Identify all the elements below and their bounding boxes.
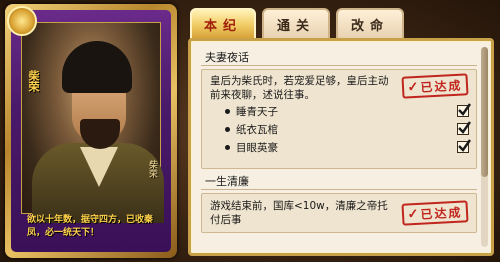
panel-scrollbar-thumb[interactable] [481,47,488,177]
character-card: 柴荣 柴荣 欲以十年数，据守四方，已收秦凤，必一统天下！ [5,4,177,258]
character-card-frame: 柴荣 柴荣 欲以十年数，据守四方，已收秦凤，必一统天下！ [11,10,171,252]
check-mark-icon: ✓ [407,206,419,222]
checkbox-checked-icon [457,139,471,153]
bullet-icon [225,108,230,114]
character-seal: 柴荣 [147,160,157,178]
tab-clear[interactable]: 通关 [262,8,330,40]
sub-item: 睡青天子 [225,103,471,119]
completed-stamp: ✓ 已达成 [401,73,469,99]
character-name: 柴荣 [27,70,40,92]
quest-description: 游戏结束前，国库<10w，清廉之帝托付后事 [210,200,388,226]
bullet-icon [225,144,230,150]
quest-title: 夫妻夜话 [205,51,249,64]
checkbox-checked-icon [457,121,471,135]
quest-description: 皇后为柴氏时，若宠爱足够，皇后主动前来夜聊，述说往事。 [210,75,389,101]
story-screen: 柴荣 柴荣 欲以十年数，据守四方，已收秦凤，必一统天下！ 本纪 通关 改命 夫妻… [0,0,500,262]
sub-item-label: 睡青天子 [236,105,278,118]
sub-item: 目眼英豪 [225,139,471,155]
quest-divider [201,189,477,190]
quest-title: 一生清廉 [205,175,249,188]
quest-divider [201,65,477,66]
check-mark-icon: ✓ [407,79,419,95]
quest-box: 游戏结束前，国库<10w，清廉之帝托付后事 ✓ 已达成 [201,193,477,233]
checkbox-checked-icon [457,103,471,117]
sub-item-label: 目眼英豪 [236,141,278,154]
tab-annals[interactable]: 本纪 [190,8,256,40]
portrait-hat [62,41,132,93]
character-quote: 欲以十年数，据守四方，已收秦凤，必一统天下！ [27,215,154,238]
sub-item-label: 纸衣瓦棺 [236,123,278,136]
tab-change-fate[interactable]: 改命 [336,8,404,40]
completed-stamp: ✓ 已达成 [401,200,469,226]
bullet-icon [225,126,230,132]
character-portrait [21,22,164,223]
annals-panel: 夫妻夜话 皇后为柴氏时，若宠爱足够，皇后主动前来夜聊，述说往事。 ✓ 已达成 睡青… [188,38,494,256]
panel-scrollbar[interactable] [481,47,488,247]
sub-item: 纸衣瓦棺 [225,121,471,137]
rank-badge-icon [7,6,37,36]
